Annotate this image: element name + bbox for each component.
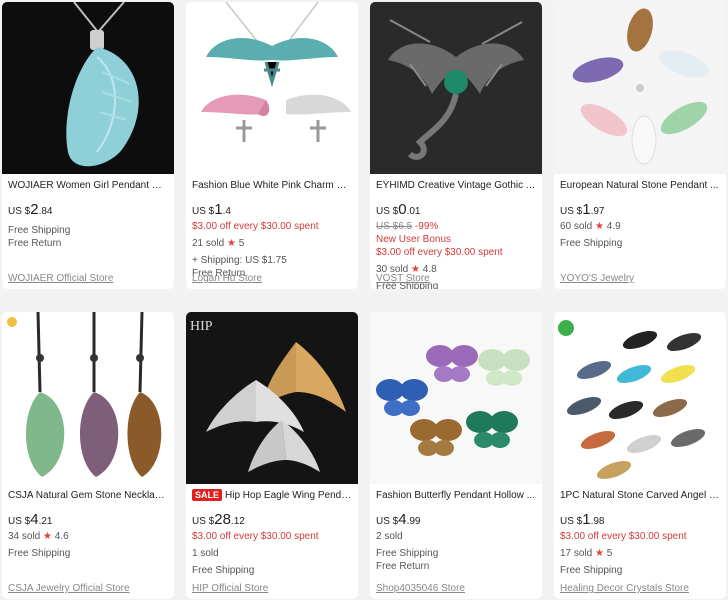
discount-badge: -99% [414,221,439,232]
product-price: US $1.98 [560,511,605,528]
product-card[interactable]: EYHIMD Creative Vintage Gothic A... US $… [370,2,542,289]
angel-wings-necklace-icon[interactable] [186,2,358,174]
product-grid: WOJIAER Women Girl Pendant & N... US $2.… [0,0,728,600]
sold-count: 21 sold [192,238,225,249]
product-price: US $4.99 [376,511,421,528]
shipping-info: Free Shipping [560,238,623,249]
product-price: US $1.4 [192,201,231,218]
sold-count: 2 sold [376,531,403,542]
return-info: Free Return [376,561,430,572]
carved-angel-wings-icon[interactable] [554,312,726,484]
product-price: US $4.21 [8,511,53,528]
product-price: US $28.12 [192,511,245,528]
product-card[interactable]: CSJA Natural Gem Stone Necklace ... US $… [2,312,174,599]
rating-value: 4.9 [606,221,621,232]
product-card[interactable]: Fashion Butterfly Pendant Hollow ... US … [370,312,542,599]
product-title[interactable]: WOJIAER Women Girl Pendant & N... [8,179,168,193]
sold-rating: 17 sold ★ 5 [560,547,720,560]
eagle-wing-pendant-icon[interactable]: HIP [186,312,358,484]
product-card[interactable]: 1PC Natural Stone Carved Angel W... US $… [554,312,726,599]
product-card[interactable]: HIP SALE Hip Hop Eagle Wing Penda... US $… [186,312,358,599]
star-icon: ★ [595,548,604,559]
product-title[interactable]: EYHIMD Creative Vintage Gothic A... [376,179,536,193]
rating-value: 5 [238,238,245,249]
sold-count: 34 sold [8,531,41,542]
new-user-bonus: New User Bonus [376,234,452,245]
promo-text: $3.00 off every $30.00 spent [376,247,503,258]
store-link[interactable]: Healing Decor Crystals Store [560,582,689,595]
original-price: US $6.5 -99% [376,221,439,232]
sold-count: 1 sold [192,548,219,559]
product-card[interactable]: European Natural Stone Pendant ... US $1… [554,2,726,289]
product-title[interactable]: Fashion Blue White Pink Charm Cr... [192,179,352,193]
store-link[interactable]: WOJIAER Official Store [8,272,113,285]
shipping-info: Free Shipping [376,548,439,559]
sold-count: 17 sold [560,548,593,559]
sold-rating: 60 sold ★ 4.9 [560,220,720,233]
product-title[interactable]: Fashion Butterfly Pendant Hollow ... [376,489,536,503]
stone-wing-pendants-icon[interactable] [554,2,726,174]
sold-rating: 34 sold ★ 4.6 [8,530,168,543]
store-link[interactable]: CSJA Jewelry Official Store [8,582,130,595]
sold-rating: 21 sold ★ 5 [192,237,352,250]
product-title[interactable]: SALE Hip Hop Eagle Wing Penda... [192,489,352,503]
store-link[interactable]: VOST Store [376,272,430,285]
rating-value: 4.6 [54,531,69,542]
shipping-info: Free Shipping [560,565,623,576]
store-link[interactable]: HIP Official Store [192,582,268,595]
gem-wing-necklaces-icon[interactable] [2,312,174,484]
star-icon: ★ [227,238,236,249]
rating-value: 5 [606,548,613,559]
shipping-info: Free Shipping [8,548,71,559]
sale-badge: SALE [192,489,223,501]
sold-count: 60 sold [560,221,593,232]
promo-text: $3.00 off every $30.00 spent [192,221,319,232]
promo-text: $3.00 off every $30.00 spent [560,531,687,542]
store-link[interactable]: Logan Hu Store [192,272,262,285]
product-price: US $0.01 [376,201,421,218]
shipping-info: + Shipping: US $1.75 [192,255,287,266]
product-title[interactable]: European Natural Stone Pendant ... [560,179,720,193]
product-price: US $1.97 [560,201,605,218]
crystal-wing-pendant-icon[interactable] [2,2,174,174]
store-link[interactable]: YOYO'S Jewelry [560,272,634,285]
product-title[interactable]: CSJA Natural Gem Stone Necklace ... [8,489,168,503]
store-link[interactable]: Shop4035046 Store [376,582,465,595]
product-card[interactable]: Fashion Blue White Pink Charm Cr... US $… [186,2,358,289]
shipping-info: Free Shipping [192,565,255,576]
product-card[interactable]: WOJIAER Women Girl Pendant & N... US $2.… [2,2,174,289]
star-icon: ★ [43,531,52,542]
promo-text: $3.00 off every $30.00 spent [192,531,319,542]
butterfly-pendants-icon[interactable] [370,312,542,484]
product-title[interactable]: 1PC Natural Stone Carved Angel W... [560,489,720,503]
return-info: Free Return [8,238,62,249]
product-price: US $2.84 [8,201,53,218]
star-icon: ★ [595,221,604,232]
hip-logo: HIP [190,319,213,334]
gothic-dragon-pendant-icon[interactable] [370,2,542,174]
shipping-info: Free Shipping [8,225,71,236]
